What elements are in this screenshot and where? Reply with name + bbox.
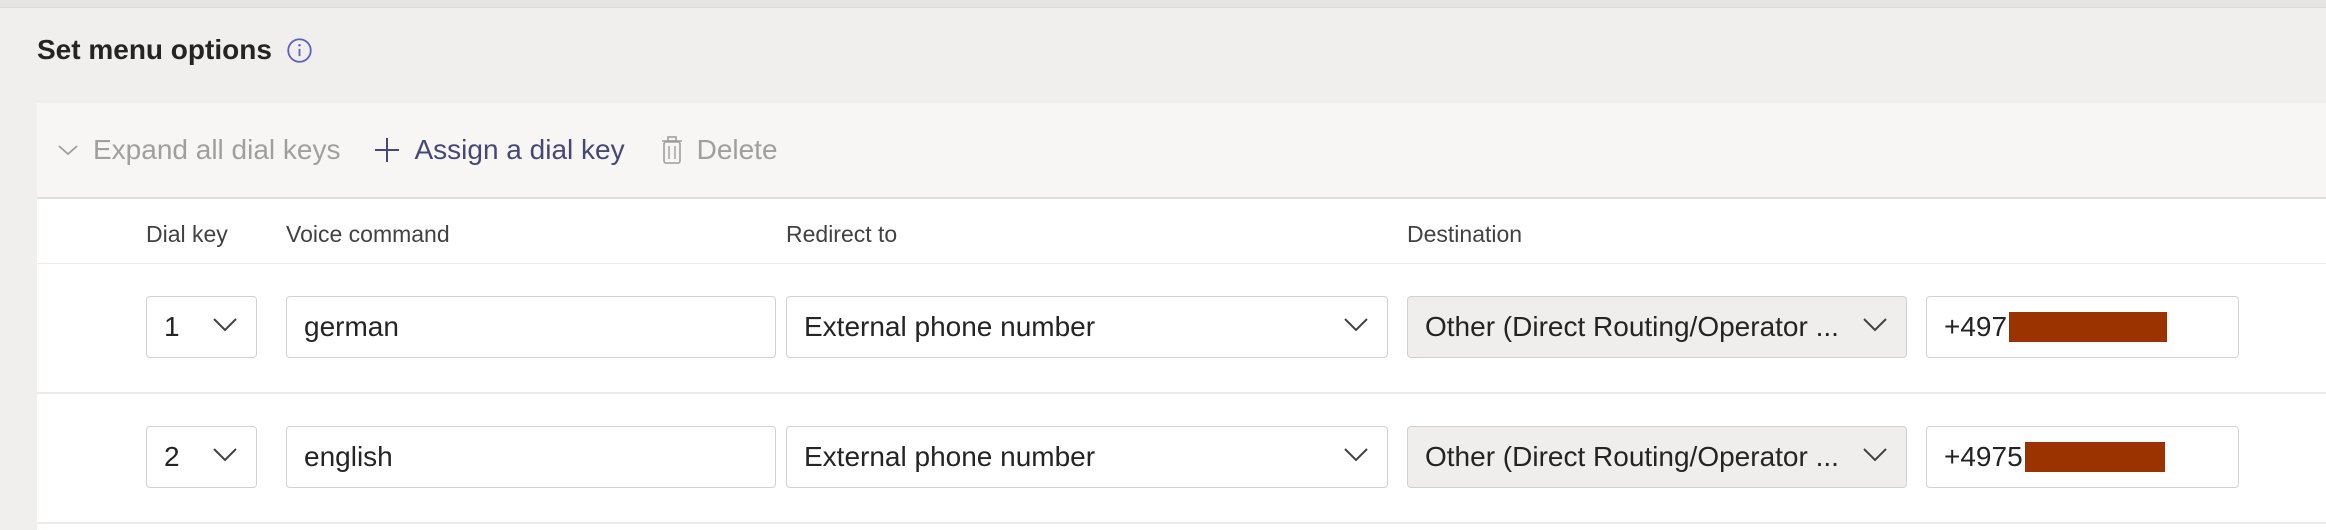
- table-header: Dial key Voice command Redirect to Desti…: [37, 199, 2326, 264]
- destination-dropdown[interactable]: Other (Direct Routing/Operator ...: [1407, 296, 1907, 358]
- table-row: 2 english External phone number Other (D…: [37, 394, 2326, 524]
- info-icon[interactable]: [286, 37, 313, 64]
- column-header-redirect-to: Redirect to: [786, 221, 898, 247]
- chevron-down-icon: [1863, 318, 1887, 332]
- plus-icon: [375, 138, 400, 162]
- page-title: Set menu options: [37, 34, 272, 65]
- expand-all-button[interactable]: Expand all dial keys: [57, 103, 340, 197]
- dial-key-dropdown[interactable]: 1: [146, 296, 257, 358]
- column-header-destination: Destination: [1407, 221, 1523, 247]
- phone-number-input[interactable]: +4975: [1926, 426, 2239, 488]
- toolbar: Expand all dial keys Assign a dial key D…: [37, 103, 2326, 199]
- chevron-down-icon: [58, 145, 78, 156]
- chevron-down-icon: [1344, 318, 1368, 332]
- phone-number-input[interactable]: +497: [1926, 296, 2239, 358]
- chevron-down-icon: [213, 318, 237, 332]
- trash-icon: [661, 136, 682, 164]
- top-bar: [0, 0, 2326, 8]
- destination-dropdown[interactable]: Other (Direct Routing/Operator ...: [1407, 426, 1907, 488]
- chevron-down-icon: [213, 448, 237, 462]
- expand-all-label: Expand all dial keys: [93, 134, 341, 165]
- section-header: Set menu options: [37, 34, 313, 66]
- voice-command-input[interactable]: english: [286, 426, 776, 488]
- dial-key-dropdown[interactable]: 2: [146, 426, 257, 488]
- delete-button[interactable]: Delete: [661, 103, 778, 197]
- redirect-to-dropdown[interactable]: External phone number: [786, 296, 1388, 358]
- chevron-down-icon: [1863, 448, 1887, 462]
- voice-command-input[interactable]: german: [286, 296, 776, 358]
- column-header-voice-command: Voice command: [286, 221, 450, 247]
- redirect-to-dropdown[interactable]: External phone number: [786, 426, 1388, 488]
- redaction-block: [2009, 312, 2168, 342]
- redaction-block: [2024, 442, 2165, 472]
- assign-dial-key-button[interactable]: Assign a dial key: [374, 103, 625, 197]
- menu-options-panel: Expand all dial keys Assign a dial key D…: [37, 103, 2326, 530]
- column-header-dial-key: Dial key: [146, 221, 228, 247]
- table-row: 1 german External phone number Other (Di…: [37, 264, 2326, 394]
- chevron-down-icon: [1344, 448, 1368, 462]
- delete-label: Delete: [696, 134, 778, 165]
- assign-dial-key-label: Assign a dial key: [414, 134, 625, 165]
